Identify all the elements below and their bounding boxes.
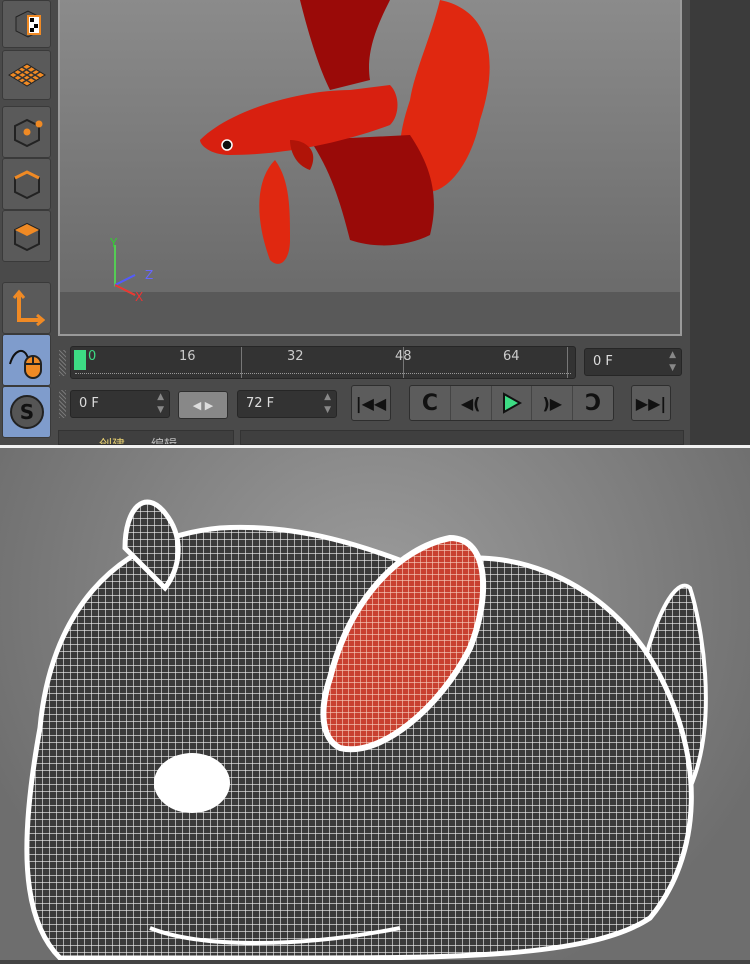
axis-y-label: Y — [109, 236, 118, 250]
tick-label: 0 — [88, 349, 97, 364]
transport-grip[interactable] — [59, 390, 66, 418]
step-forward-icon: )▶ — [542, 393, 563, 413]
previous-frame-button[interactable]: ◀( — [451, 386, 492, 420]
bottom-panel — [240, 430, 684, 445]
tick-label: 16 — [179, 349, 196, 364]
start-frame-value: 0 F — [79, 396, 99, 411]
tick-label: 32 — [287, 349, 304, 364]
axis-mode-button[interactable] — [2, 282, 51, 334]
wireframe-render — [0, 448, 750, 961]
skip-start-icon: |◀◀ — [355, 393, 387, 413]
go-to-start-button[interactable]: |◀◀ — [351, 385, 391, 421]
texture-mode-button[interactable] — [2, 0, 51, 48]
cube-polygon-icon — [13, 222, 40, 252]
previous-key-icon: C — [421, 390, 438, 416]
tick-label: 64 — [503, 349, 520, 364]
playhead[interactable] — [74, 350, 86, 370]
grid-plane-icon — [7, 63, 46, 87]
axis-z-label: Z — [145, 268, 153, 282]
wireframe-mouse — [24, 499, 708, 961]
start-frame-field[interactable]: 0 F ▲ ▼ — [70, 390, 170, 418]
polygons-mode-button[interactable] — [2, 210, 51, 262]
current-frame-value: 0 F — [593, 354, 613, 369]
next-frame-button[interactable]: )▶ — [532, 386, 574, 420]
snap-button[interactable]: S — [2, 386, 51, 438]
arrows-left-right-icon: ◀ ▶ — [192, 398, 214, 412]
playback-controls: C ◀( )▶ C — [409, 385, 614, 421]
next-key-button[interactable]: C — [573, 386, 613, 420]
svg-text:S: S — [19, 400, 33, 424]
current-frame-field[interactable]: 0 F ▲ ▼ — [584, 348, 682, 376]
range-slider-button[interactable]: ◀ ▶ — [178, 391, 228, 419]
previous-key-button[interactable]: C — [410, 386, 451, 420]
points-mode-button[interactable] — [2, 106, 51, 158]
end-frame-field[interactable]: 72 F ▲ ▼ — [237, 390, 337, 418]
timeline-grip[interactable] — [59, 350, 66, 376]
cube-points-icon — [13, 118, 42, 148]
axis-icon — [12, 289, 45, 327]
snap-icon: S — [9, 395, 44, 429]
end-frame-value: 72 F — [246, 396, 275, 411]
tab-create[interactable]: 创建 — [99, 434, 125, 444]
next-key-icon: C — [585, 390, 602, 416]
right-panel — [690, 0, 750, 445]
go-to-end-button[interactable]: ▶▶| — [631, 385, 671, 421]
checker-cube-icon — [15, 10, 41, 38]
cube-edges-icon — [13, 170, 40, 200]
bottom-tab-bar: 创建 编辑 — [58, 430, 234, 445]
axis-x-label: X — [135, 290, 143, 304]
3d-viewport[interactable]: Y Z X — [58, 0, 682, 336]
skip-end-icon: ▶▶| — [635, 393, 667, 413]
axis-gizmo: Y Z X — [109, 236, 153, 304]
tab-edit[interactable]: 编辑 — [151, 434, 177, 444]
tweak-mode-button[interactable] — [2, 334, 51, 386]
workplane-button[interactable] — [2, 50, 51, 100]
timeline-ruler[interactable]: 0 16 32 48 64 — [70, 346, 576, 379]
left-toolbar: S — [0, 0, 54, 440]
step-back-icon: ◀( — [460, 393, 481, 413]
play-icon — [503, 392, 523, 414]
cinema4d-editor: S Y Z X 0 16 32 48 64 0 F▲▼ 0 F▲▼ ◀ ▶ 72… — [0, 0, 750, 445]
play-button[interactable] — [492, 386, 533, 420]
edges-mode-button[interactable] — [2, 158, 51, 210]
mouse-icon — [8, 349, 42, 379]
